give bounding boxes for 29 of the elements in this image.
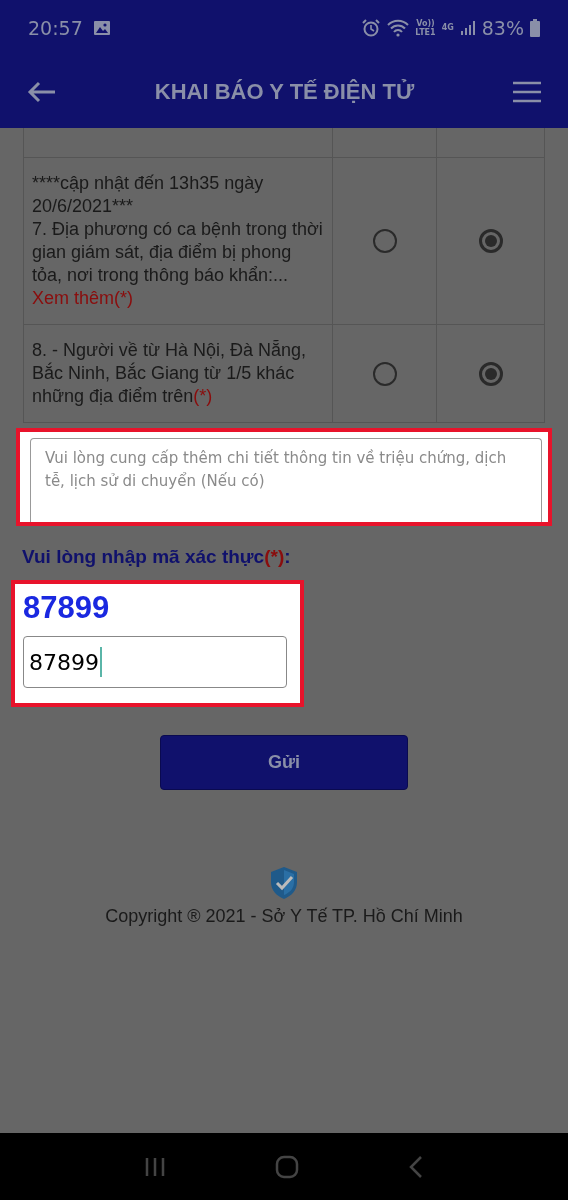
battery-icon xyxy=(530,18,540,37)
signal-icon xyxy=(459,19,476,36)
captcha-label: Vui lòng nhập mã xác thực(*): xyxy=(22,546,291,568)
copyright-text: Copyright ® 2021 - Sở Y Tế TP. Hồ Chí Minh xyxy=(105,906,463,927)
menu-icon[interactable] xyxy=(512,80,542,103)
question-text: 8. - Người về từ Hà Nội, Đà Nẵng, Bắc Ninh, Bắc Giang từ 1/5 khác những địa điểm trên(*) xyxy=(32,339,307,408)
wifi-icon xyxy=(387,18,410,37)
shield-check-icon xyxy=(269,866,299,900)
image-icon xyxy=(92,19,111,36)
captcha-field[interactable]: 87899 xyxy=(23,636,287,688)
submit-button[interactable]: Gửi xyxy=(160,735,408,790)
alarm-icon xyxy=(361,17,382,38)
question-text: 7. Địa phương có ca bệnh trong thời gian giám sát, địa điểm bị phong tỏa, nơi trong thông báo khẩn:... xyxy=(32,218,324,287)
back-icon[interactable] xyxy=(407,1154,424,1179)
details-field[interactable]: Vui lòng cung cấp thêm chi tiết thông tin về triệu chứng, dịch tễ, lịch sử di chuyển (Nếu có) xyxy=(30,438,542,522)
network-label: 4G xyxy=(441,23,454,32)
back-arrow-icon[interactable] xyxy=(27,79,57,104)
radio-button[interactable] xyxy=(478,361,503,386)
update-note: ****cập nhật đến 13h35 ngày 20/6/2021*** xyxy=(32,172,265,218)
clock-time: 20:57 xyxy=(28,16,83,39)
captcha-code: 87899 xyxy=(23,590,110,626)
volte-label: Vo)) LTE1 xyxy=(415,18,436,37)
battery-percent: 83% xyxy=(481,16,524,39)
page-title: KHAI BÁO Y TẾ ĐIỆN TỬ xyxy=(154,78,415,105)
recent-apps-icon[interactable] xyxy=(144,1155,167,1178)
radio-button[interactable] xyxy=(372,229,397,253)
radio-button[interactable] xyxy=(372,361,397,386)
radio-button[interactable] xyxy=(478,229,503,253)
home-icon[interactable] xyxy=(275,1154,299,1179)
